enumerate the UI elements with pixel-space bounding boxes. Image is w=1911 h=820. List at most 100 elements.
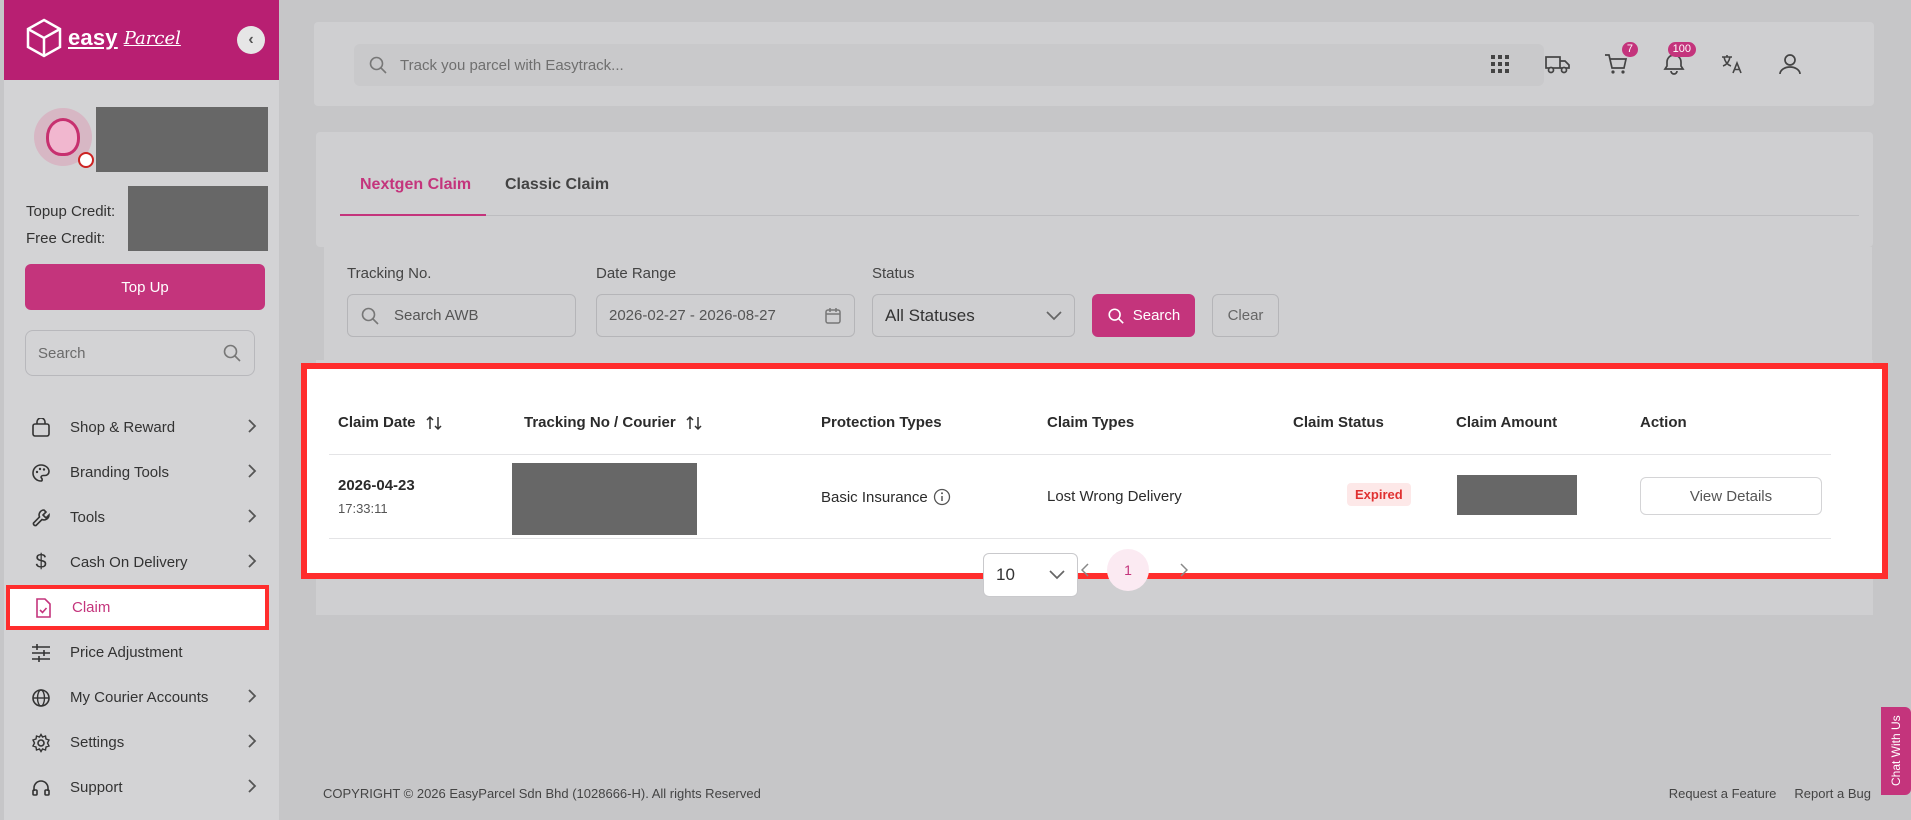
sidebar-item-my-courier-accounts[interactable]: My Courier Accounts [4,675,279,720]
user-profile-icon[interactable] [1776,50,1804,78]
cart-badge: 7 [1621,42,1638,57]
request-feature-link[interactable]: Request a Feature [1669,786,1777,801]
wrench-icon [30,507,52,529]
sidebar-item-label: Tools [70,509,106,526]
sidebar-item-branding-tools[interactable]: Branding Tools [4,450,279,495]
sidebar-item-claim[interactable]: Claim [6,585,269,630]
sidebar-search-placeholder: Search [38,344,86,362]
table-header: Claim Date Tracking No / Courier Protect… [329,389,1831,455]
claim-doc-icon [32,597,54,619]
avatar[interactable] [34,108,94,168]
brand-bar: easy Parcel ‹ [4,0,279,80]
sidebar-item-price-adjustment[interactable]: Price Adjustment [4,630,279,675]
sort-icon [426,415,442,430]
brand-logo[interactable]: easy Parcel [26,18,181,58]
chevron-right-icon [247,733,257,749]
sidebar-item-cash-on-delivery[interactable]: $ Cash On Delivery [4,540,279,585]
search-button[interactable]: Search [1092,294,1195,337]
track-parcel-input[interactable]: Track you parcel with Easytrack... [354,44,1544,86]
chevron-right-icon [247,688,257,704]
column-label: Tracking No / Courier [524,414,676,431]
tab-nextgen-claim[interactable]: Nextgen Claim [360,176,471,194]
search-button-label: Search [1132,307,1181,324]
sidebar-search-input[interactable]: Search [25,330,255,376]
translate-icon[interactable] [1718,50,1746,78]
search-icon [361,307,379,325]
sidebar-item-label: Shop & Reward [70,419,176,436]
copyright-text: COPYRIGHT © 2026 EasyParcel Sdn Bhd (102… [323,786,761,801]
tracking-no-label: Tracking No. [347,265,432,282]
claim-tabs: Nextgen Claim Classic Claim [316,132,1873,247]
free-credit-label: Free Credit: [26,230,106,247]
redacted-credit-values [128,186,268,251]
protection-type: Basic Insurance [821,488,951,506]
flag-icon [78,152,94,168]
sidebar: easy Parcel ‹ Topup Credit: Free Credit:… [4,0,279,820]
status-select-value: All Statuses [885,305,975,325]
column-claim-amount: Claim Amount [1456,414,1558,431]
chevron-left-icon [1081,563,1089,577]
brand-script: Parcel [123,27,181,49]
chevron-left-icon: ‹ [248,31,254,48]
tracking-no-placeholder: Search AWB [394,307,479,324]
chevron-right-icon [247,778,257,794]
column-label: Claim Date [338,414,416,431]
sidebar-item-shop-reward[interactable]: Shop & Reward [4,405,279,450]
prev-page-button[interactable] [1081,563,1089,577]
search-icon [1108,307,1124,324]
column-tracking-courier[interactable]: Tracking No / Courier [524,414,702,431]
pagination: 10 1 [329,549,1831,599]
sidebar-collapse-button[interactable]: ‹ [237,26,265,54]
chevron-right-icon [1180,563,1188,577]
chevron-down-icon [1049,570,1065,580]
next-page-button[interactable] [1180,563,1188,577]
column-claim-date[interactable]: Claim Date [338,414,442,431]
date-range-input[interactable]: 2026-02-27 - 2026-08-27 [596,294,855,337]
sidebar-item-support[interactable]: Support [4,765,279,810]
cart-icon[interactable]: 7 [1602,42,1638,78]
page-size-select[interactable]: 10 [983,553,1078,597]
page-number-current[interactable]: 1 [1107,549,1149,591]
sidebar-item-tools[interactable]: Tools [4,495,279,540]
date-range-label: Date Range [596,265,677,282]
claim-type: Lost Wrong Delivery [1047,488,1182,505]
report-bug-link[interactable]: Report a Bug [1794,786,1871,801]
notification-badge: 100 [1667,42,1696,57]
cube-logo-icon [26,18,62,58]
gear-icon [30,732,52,754]
sidebar-item-label: Settings [70,734,125,751]
dollar-icon: $ [35,551,47,573]
chevron-right-icon [247,508,257,524]
apps-grid-icon[interactable] [1486,50,1514,78]
notification-bell-icon[interactable]: 100 [1660,42,1696,78]
sidebar-item-settings[interactable]: Settings [4,720,279,765]
info-icon[interactable] [933,488,951,506]
search-icon [223,344,241,362]
redacted-username [96,107,268,172]
calendar-icon [825,307,841,324]
tracking-no-input[interactable]: Search AWB [347,294,576,337]
view-details-button[interactable]: View Details [1640,477,1822,515]
claim-filters: Tracking No. Search AWB Date Range 2026-… [324,247,1872,360]
clear-button[interactable]: Clear [1212,294,1279,337]
delivery-truck-icon[interactable] [1544,50,1572,78]
top-icons: 7 100 [1486,42,1804,78]
date-range-value: 2026-02-27 - 2026-08-27 [609,307,776,324]
table-row: 2026-04-23 17:33:11 Basic Insurance Lost… [329,455,1831,539]
topup-credit-label: Topup Credit: [26,203,116,220]
top-up-button[interactable]: Top Up [25,264,265,310]
chevron-right-icon [247,553,257,569]
sidebar-item-label: Branding Tools [70,464,169,481]
top-bar: Track you parcel with Easytrack... 7 100 [314,22,1874,106]
column-protection-types: Protection Types [821,414,942,431]
credit-labels: Topup Credit: Free Credit: [26,198,115,252]
sidebar-item-label: Support [70,779,123,796]
tab-classic-claim[interactable]: Classic Claim [505,176,609,194]
globe-icon [30,687,52,709]
status-select[interactable]: All Statuses [872,294,1075,337]
chat-with-us-button[interactable]: Chat With Us [1881,707,1911,795]
search-icon [369,56,387,74]
track-parcel-placeholder: Track you parcel with Easytrack... [400,56,624,74]
claim-time: 17:33:11 [338,501,388,516]
brand-name: easy [68,25,118,50]
